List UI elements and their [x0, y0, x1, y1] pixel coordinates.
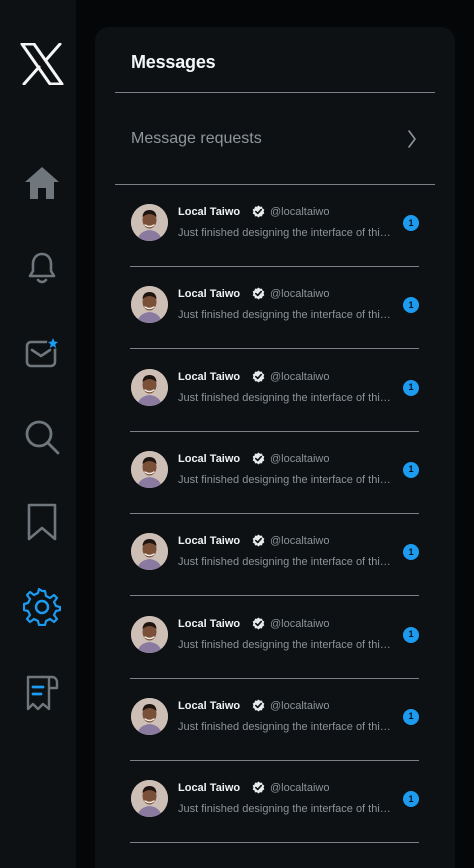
sender-name: Local Taiwo	[178, 782, 241, 795]
sender-name: Local Taiwo	[178, 617, 241, 630]
verified-badge-icon	[252, 699, 265, 717]
avatar	[131, 286, 168, 324]
row-divider	[130, 842, 419, 844]
sender-handle: @localtaiwo	[270, 452, 330, 465]
message-row[interactable]: Local Taiwo @localtaiwo Just finished de…	[115, 597, 419, 679]
message-row[interactable]: Local Taiwo @localtaiwo Just finished de…	[115, 761, 419, 844]
verified-badge-icon	[252, 617, 265, 635]
messages-panel: Messages Message requests Local Taiwo @l…	[95, 27, 455, 868]
unread-badge: 1	[403, 461, 419, 478]
message-requests-label: Message requests	[131, 130, 262, 147]
page-title: Messages	[131, 52, 216, 72]
avatar	[131, 615, 168, 653]
mail-icon[interactable]	[22, 332, 62, 372]
verified-badge-icon	[252, 534, 265, 552]
sender-handle: @localtaiwo	[270, 206, 330, 218]
unread-badge: 1	[403, 626, 419, 643]
message-preview: Just finished designing the interface of…	[178, 309, 396, 322]
x-logo-icon[interactable]	[20, 42, 64, 86]
message-preview: Just finished designing the interface of…	[178, 227, 396, 239]
bell-icon[interactable]	[22, 248, 62, 288]
unread-badge: 1	[403, 297, 419, 314]
message-preview: Just finished designing the interface of…	[178, 391, 396, 404]
message-preview: Just finished designing the interface of…	[178, 473, 396, 486]
sender-name: Local Taiwo	[178, 206, 241, 218]
message-row[interactable]: Local Taiwo @localtaiwo Just finished de…	[115, 432, 419, 514]
avatar	[131, 368, 168, 406]
message-row[interactable]: Local Taiwo @localtaiwo Just finished de…	[115, 267, 419, 350]
sender-name: Local Taiwo	[178, 452, 241, 465]
verified-badge-icon	[252, 781, 265, 799]
sender-handle: @localtaiwo	[270, 370, 330, 383]
sender-handle: @localtaiwo	[270, 535, 330, 548]
avatar	[131, 697, 168, 735]
message-requests-button[interactable]: Message requests	[115, 93, 435, 185]
message-row[interactable]: Local Taiwo @localtaiwo Just finished de…	[115, 514, 419, 597]
gear-icon[interactable]	[22, 587, 62, 627]
sender-name: Local Taiwo	[178, 288, 241, 301]
search-icon[interactable]	[22, 417, 62, 457]
avatar	[131, 450, 168, 488]
sender-handle: @localtaiwo	[270, 782, 330, 795]
verified-badge-icon	[252, 370, 265, 388]
sender-handle: @localtaiwo	[270, 288, 330, 301]
message-row[interactable]: Local Taiwo @localtaiwo Just finished de…	[115, 679, 419, 761]
message-row[interactable]: Local Taiwo @localtaiwo Just finished de…	[115, 185, 419, 267]
avatar	[131, 533, 168, 571]
sidebar	[0, 0, 76, 868]
message-preview: Just finished designing the interface of…	[178, 556, 396, 569]
unread-badge: 1	[403, 379, 419, 396]
sender-handle: @localtaiwo	[270, 699, 330, 712]
message-preview: Just finished designing the interface of…	[178, 720, 396, 733]
verified-badge-icon	[252, 205, 265, 223]
unread-badge: 1	[403, 708, 419, 725]
home-icon[interactable]	[22, 163, 62, 203]
unread-badge: 1	[403, 215, 419, 231]
sender-name: Local Taiwo	[178, 699, 241, 712]
unread-badge: 1	[403, 791, 419, 808]
sender-name: Local Taiwo	[178, 535, 241, 548]
message-preview: Just finished designing the interface of…	[178, 638, 396, 651]
avatar	[131, 204, 168, 241]
verified-badge-icon	[252, 452, 265, 470]
message-row[interactable]: Local Taiwo @localtaiwo Just finished de…	[115, 350, 419, 432]
bookmark-icon[interactable]	[22, 502, 62, 542]
avatar	[131, 780, 168, 818]
sender-name: Local Taiwo	[178, 370, 241, 383]
sender-handle: @localtaiwo	[270, 617, 330, 630]
message-preview: Just finished designing the interface of…	[178, 803, 396, 816]
unread-badge: 1	[403, 544, 419, 561]
chevron-right-icon	[407, 129, 417, 154]
lists-icon[interactable]	[22, 673, 62, 713]
verified-badge-icon	[252, 287, 265, 305]
